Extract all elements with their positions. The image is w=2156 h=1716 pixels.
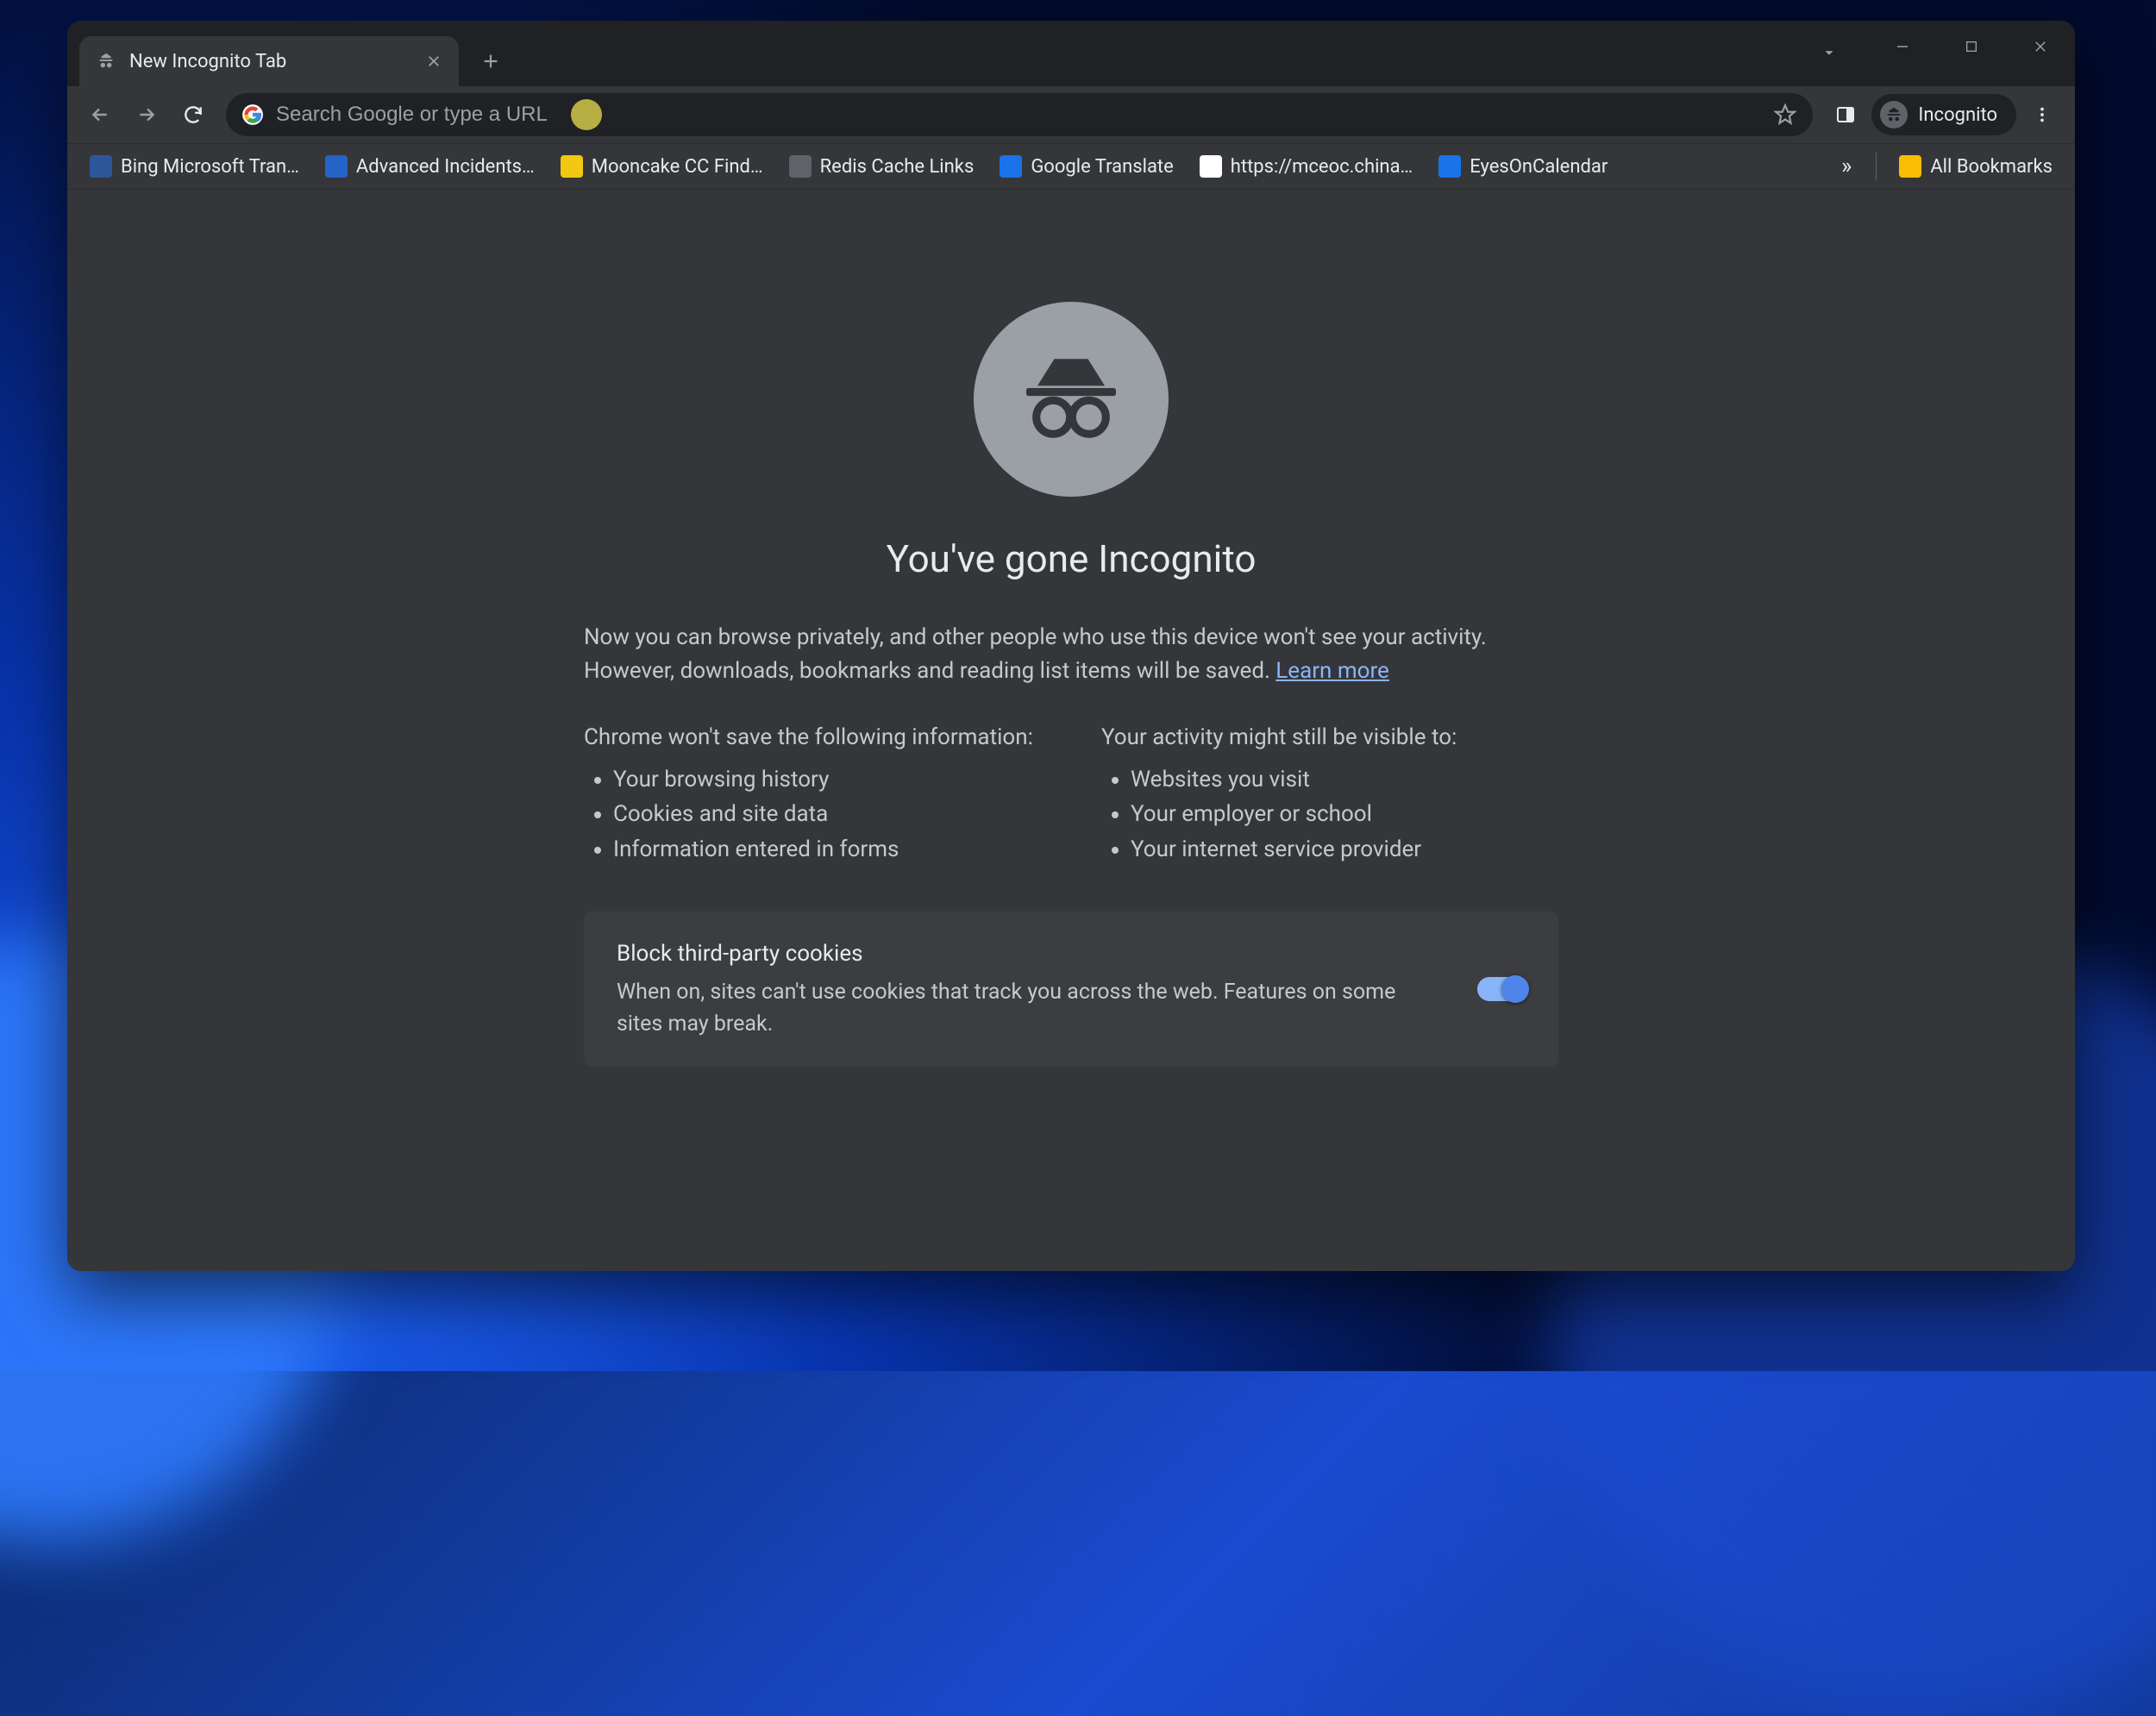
bookmarks-bar: Bing Microsoft Tran… Advanced Incidents… M… bbox=[67, 143, 2075, 190]
bookmark-label: https://mceoc.china… bbox=[1231, 156, 1413, 178]
minimize-button[interactable] bbox=[1868, 21, 1937, 72]
bookmark-label: Advanced Incidents… bbox=[356, 156, 535, 178]
bookmark-item[interactable]: Google Translate bbox=[989, 150, 1183, 183]
incognito-favicon bbox=[95, 50, 117, 72]
list-item: Your employer or school bbox=[1131, 797, 1558, 831]
all-bookmarks-label: All Bookmarks bbox=[1930, 156, 2053, 178]
chrome-menu-button[interactable] bbox=[2021, 94, 2063, 135]
learn-more-link[interactable]: Learn more bbox=[1275, 658, 1389, 684]
page-content: You've gone Incognito Now you can browse… bbox=[67, 190, 2075, 1271]
incognito-icon bbox=[1880, 101, 1908, 128]
url-input[interactable] bbox=[276, 103, 1761, 127]
bookmark-item[interactable]: https://mceoc.china… bbox=[1189, 150, 1423, 183]
bookmark-favicon bbox=[1000, 155, 1022, 178]
bookmarks-overflow-button[interactable]: » bbox=[1829, 153, 1864, 179]
wont-save-list: Your browsing historyCookies and site da… bbox=[584, 762, 1041, 867]
bookmark-favicon bbox=[561, 155, 583, 178]
bookmark-star-button[interactable] bbox=[1773, 103, 1797, 127]
bookmark-label: Redis Cache Links bbox=[820, 156, 975, 178]
bookmark-label: EyesOnCalendar bbox=[1470, 156, 1608, 178]
incognito-indicator[interactable]: Incognito bbox=[1871, 94, 2016, 135]
tab-close-button[interactable] bbox=[424, 52, 443, 71]
intro-text: Now you can browse privately, and other … bbox=[584, 621, 1558, 688]
bookmark-label: Bing Microsoft Tran… bbox=[121, 156, 299, 178]
separator bbox=[1876, 153, 1877, 180]
maximize-button[interactable] bbox=[1937, 21, 2006, 72]
bookmark-item[interactable]: Bing Microsoft Tran… bbox=[79, 150, 310, 183]
folder-icon bbox=[1899, 155, 1921, 178]
tab-title: New Incognito Tab bbox=[129, 51, 412, 72]
bookmark-favicon bbox=[789, 155, 812, 178]
page-title: You've gone Incognito bbox=[584, 536, 1558, 581]
col1-heading: Chrome won't save the following informat… bbox=[584, 724, 1041, 750]
tab-active[interactable]: New Incognito Tab bbox=[79, 36, 459, 86]
bookmark-item[interactable]: Mooncake CC Find… bbox=[550, 150, 774, 183]
back-button[interactable] bbox=[79, 94, 121, 135]
all-bookmarks-button[interactable]: All Bookmarks bbox=[1889, 150, 2063, 183]
bookmark-favicon bbox=[90, 155, 112, 178]
side-panel-button[interactable] bbox=[1825, 94, 1866, 135]
tab-strip: New Incognito Tab bbox=[67, 21, 2075, 86]
bookmark-item[interactable]: EyesOnCalendar bbox=[1428, 150, 1618, 183]
bookmark-label: Google Translate bbox=[1031, 156, 1173, 178]
col2-heading: Your activity might still be visible to: bbox=[1101, 724, 1558, 750]
tab-search-button[interactable] bbox=[1808, 33, 1851, 72]
list-item: Information entered in forms bbox=[613, 832, 1041, 867]
address-bar[interactable] bbox=[226, 93, 1813, 136]
close-window-button[interactable] bbox=[2006, 21, 2075, 72]
bookmark-label: Mooncake CC Find… bbox=[592, 156, 763, 178]
cookie-card-title: Block third-party cookies bbox=[617, 937, 1420, 971]
bookmark-favicon bbox=[325, 155, 348, 178]
list-item: Websites you visit bbox=[1131, 762, 1558, 797]
bookmark-favicon bbox=[1438, 155, 1461, 178]
block-cookies-toggle[interactable] bbox=[1477, 977, 1527, 1001]
browser-window: New Incognito Tab bbox=[67, 21, 2075, 1271]
list-item: Your internet service provider bbox=[1131, 832, 1558, 867]
toolbar: Incognito bbox=[67, 86, 2075, 143]
list-item: Your browsing history bbox=[613, 762, 1041, 797]
visible-to-list: Websites you visitYour employer or schoo… bbox=[1101, 762, 1558, 867]
bookmark-item[interactable]: Advanced Incidents… bbox=[315, 150, 545, 183]
incognito-hero-icon bbox=[974, 302, 1169, 497]
bookmark-favicon bbox=[1200, 155, 1222, 178]
cookie-card-body: When on, sites can't use cookies that tr… bbox=[617, 976, 1420, 1041]
search-engine-icon bbox=[241, 103, 264, 126]
new-tab-button[interactable] bbox=[471, 41, 511, 81]
incognito-label: Incognito bbox=[1918, 104, 1997, 126]
window-controls bbox=[1868, 21, 2075, 72]
list-item: Cookies and site data bbox=[613, 797, 1041, 831]
forward-button[interactable] bbox=[126, 94, 167, 135]
block-cookies-card: Block third-party cookies When on, sites… bbox=[584, 911, 1558, 1067]
bookmark-item[interactable]: Redis Cache Links bbox=[779, 150, 985, 183]
reload-button[interactable] bbox=[172, 94, 214, 135]
